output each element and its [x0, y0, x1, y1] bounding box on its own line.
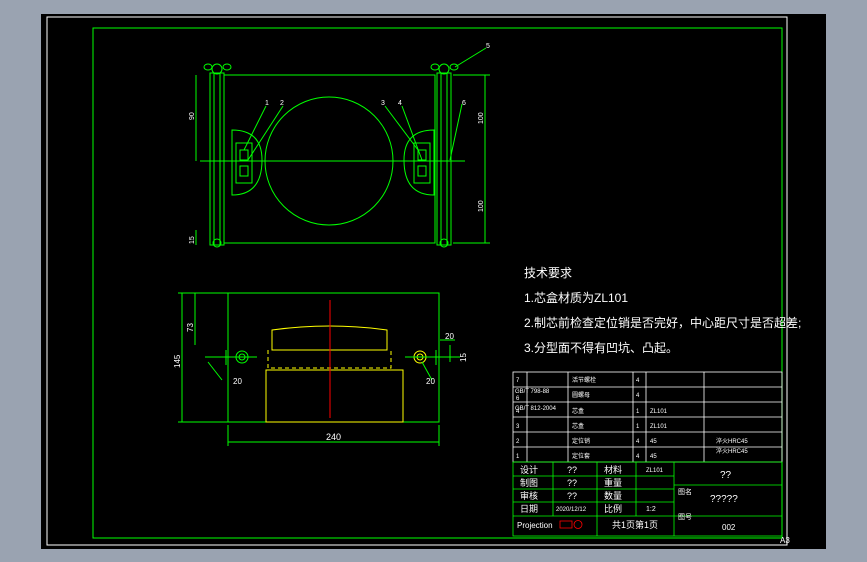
cell-text: 定位销 — [572, 437, 590, 445]
sheet-count: 共1页第1页 — [612, 519, 658, 530]
cell-text: 材料 — [604, 464, 622, 475]
cell-text: ?? — [567, 478, 577, 488]
cell-text: ZL101 — [650, 409, 668, 415]
cell-text: 活节螺栓 — [572, 376, 596, 384]
cell-text: 2020/12/12 — [556, 507, 587, 513]
cell-text: 45 — [650, 454, 657, 460]
cell-text: 淬火HRC45 — [716, 447, 748, 455]
balloon-4: 4 — [398, 100, 402, 107]
cell-text: GB/T 812-2004 — [515, 406, 557, 412]
dim-100-upper: 100 — [478, 112, 485, 124]
cell-text: 制图 — [520, 477, 538, 488]
balloon-3: 3 — [381, 100, 385, 107]
cad-drawing-canvas: A3 1 2 3 4 5 6 90 15 100 100 73 145 240 … — [41, 14, 826, 549]
drawing-name: ????? — [710, 494, 738, 505]
cell-text: 1:2 — [646, 506, 656, 513]
dim-15-top: 15 — [189, 236, 196, 244]
cell-text: 芯盒 — [572, 407, 584, 415]
dim-73: 73 — [186, 323, 195, 332]
cell-text: 芯盒 — [572, 422, 584, 430]
cell-text: 设计 — [520, 464, 538, 475]
balloon-1: 1 — [265, 100, 269, 107]
cell-text: ZL101 — [646, 468, 664, 474]
tech-req-item-2: 2.制芯前检查定位销是否完好，中心距尺寸是否超差; — [524, 315, 801, 330]
projection-label: Projection — [517, 521, 553, 530]
dim-20-right-top: 20 — [445, 332, 454, 341]
title-row-checker: 审核 ?? 数量 — [520, 490, 622, 501]
cell-text: ?? — [567, 491, 577, 501]
balloon-2: 2 — [280, 100, 284, 107]
cell-text: 45 — [650, 439, 657, 445]
dim-145: 145 — [173, 354, 182, 368]
title-row-drafter: 制图 ?? 重量 — [520, 477, 622, 488]
cell-text: 日期 — [520, 504, 538, 514]
school-name: ?? — [720, 470, 732, 481]
cell-text: 比例 — [604, 503, 622, 514]
drawing-no: 002 — [722, 523, 736, 532]
drawing-sheet — [41, 14, 826, 549]
tech-req-item-3: 3.分型面不得有凹坑、凸起。 — [524, 340, 678, 355]
cell-text: 重量 — [604, 477, 622, 488]
drawing-no-label: 图号 — [678, 513, 692, 521]
cell-text: 定位套 — [572, 452, 590, 460]
balloon-5: 5 — [486, 43, 490, 50]
tech-req-item-1: 1.芯盒材质为ZL101 — [524, 290, 628, 305]
sheet-size-label: A3 — [780, 536, 790, 545]
dim-100-lower: 100 — [478, 200, 485, 212]
dim-90: 90 — [189, 112, 196, 120]
cell-text: ?? — [567, 465, 577, 475]
cell-text: 淬火HRC45 — [716, 437, 748, 445]
tech-requirements-title: 技术要求 — [524, 266, 572, 280]
drawing-name-label: 图名 — [678, 487, 692, 496]
dim-15-right: 15 — [459, 353, 468, 362]
balloon-6: 6 — [462, 100, 466, 107]
cell-text: ZL101 — [650, 424, 668, 430]
cell-text: 数量 — [604, 490, 622, 501]
cell-text: 审核 — [520, 490, 538, 501]
dim-20-left: 20 — [233, 377, 242, 386]
dim-240: 240 — [326, 432, 341, 442]
cell-text: 圆螺母 — [572, 391, 590, 399]
cell-text: GB/T 798-88 — [515, 389, 550, 395]
dim-20-right-bottom: 20 — [426, 377, 435, 386]
